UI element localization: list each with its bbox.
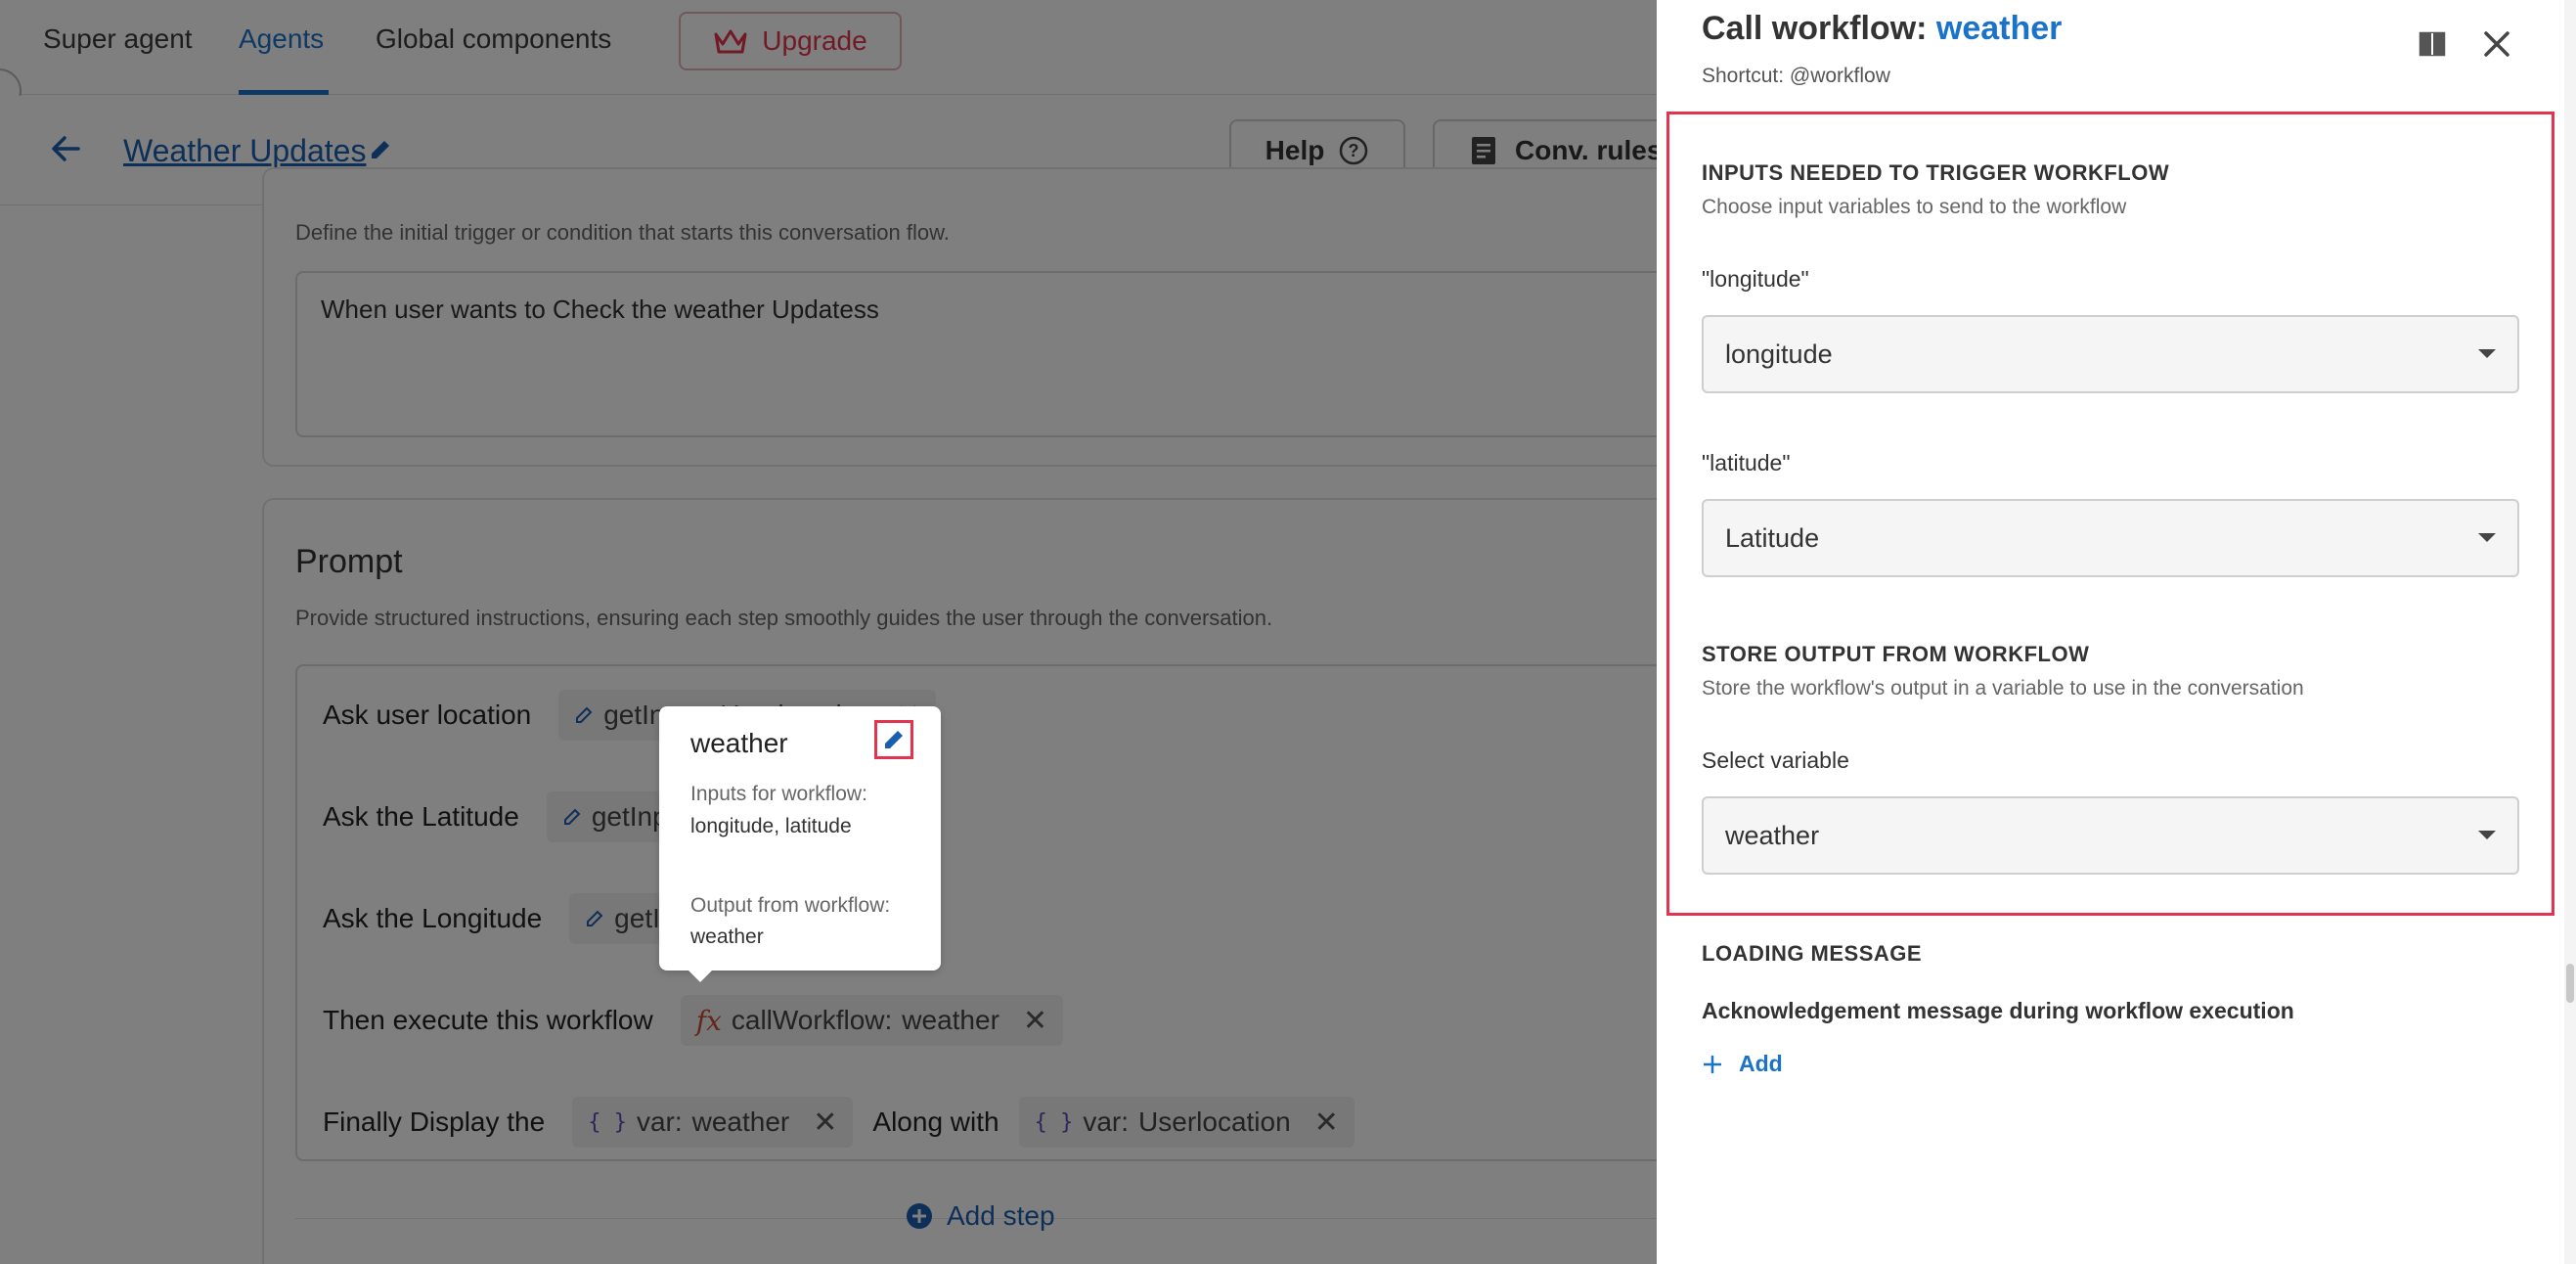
trigger-card: Define the initial trigger or condition … xyxy=(262,167,1657,467)
panel-title-prefix: Call workflow: xyxy=(1702,10,1928,47)
panel-shortcut: Shortcut: @workflow xyxy=(1702,65,1890,87)
upgrade-button[interactable]: Upgrade xyxy=(679,12,902,70)
steps-editor[interactable]: Ask user location getInput: Userlocation… xyxy=(295,664,1657,1161)
pencil-icon xyxy=(885,731,903,748)
acknowledgement-label: Acknowledgement message during workflow … xyxy=(1702,998,2294,1023)
add-step-button[interactable]: Add step xyxy=(906,1200,1055,1232)
active-tab-indicator xyxy=(239,90,329,95)
caret-down-icon xyxy=(2478,349,2496,358)
longitude-field-label: "longitude" xyxy=(1702,266,1809,292)
prompt-card: Prompt Provide structured instructions, … xyxy=(262,498,1657,1264)
conv-rules-label: Conv. rules xyxy=(1515,135,1657,165)
tab-global-components[interactable]: Global components xyxy=(376,23,611,55)
back-arrow-icon[interactable] xyxy=(49,131,84,166)
chip-type: var: xyxy=(636,1106,683,1137)
panel-scrollbar[interactable] xyxy=(2564,0,2576,1264)
inputs-section-title: INPUTS NEEDED TO TRIGGER WORKFLOW xyxy=(1702,160,2170,185)
chip-type: getInp xyxy=(591,801,668,832)
close-icon[interactable]: ✕ xyxy=(813,1106,837,1140)
step-text: Finally Display the xyxy=(323,1106,546,1137)
plus-circle-icon xyxy=(907,1203,932,1229)
caret-down-icon xyxy=(2478,533,2496,542)
chip-value: weather xyxy=(691,1106,790,1137)
plus-icon xyxy=(1704,1055,1721,1073)
panel-scrollbar-thumb[interactable] xyxy=(2566,964,2574,1003)
add-message-button[interactable]: Add xyxy=(1702,1051,1783,1077)
prompt-title: Prompt xyxy=(295,543,403,580)
chip-value: Userlocation xyxy=(1138,1106,1291,1137)
dock-side-icon[interactable] xyxy=(2418,29,2447,59)
output-section-subtitle: Store the workflow's output in a variabl… xyxy=(1702,677,2304,700)
popover-output-value: weather xyxy=(690,925,764,948)
output-section-title: STORE OUTPUT FROM WORKFLOW xyxy=(1702,642,2090,666)
output-field-label: Select variable xyxy=(1702,747,1849,773)
popover-inputs-label: Inputs for workflow: xyxy=(690,783,867,805)
panel-title-workflow: weather xyxy=(1935,10,2063,47)
trigger-description: Define the initial trigger or condition … xyxy=(295,220,950,245)
step-text: Ask user location xyxy=(323,700,532,730)
document-icon xyxy=(1472,137,1495,164)
longitude-select[interactable]: longitude xyxy=(1702,315,2519,393)
latitude-select-value: Latitude xyxy=(1725,522,1820,553)
edit-workflow-button[interactable] xyxy=(874,720,913,759)
variable-chip[interactable]: { } var: weather ✕ xyxy=(572,1097,854,1148)
function-icon: fx xyxy=(695,1004,722,1037)
popover-inputs-value: longitude, latitude xyxy=(690,815,852,837)
help-label: Help xyxy=(1265,135,1325,165)
add-message-label: Add xyxy=(1739,1051,1783,1076)
svg-text:?: ? xyxy=(1349,141,1359,160)
popover-output-label: Output from workflow: xyxy=(690,894,891,917)
step-text: Then execute this workflow xyxy=(323,1005,653,1035)
chip-type: var: xyxy=(1083,1106,1130,1137)
top-navigation: Super agent Agents Global components Upg… xyxy=(0,0,1657,113)
step-row: Finally Display the { } var: weather ✕ A… xyxy=(297,1097,1355,1148)
step-row: Then execute this workflow fx callWorkfl… xyxy=(297,995,1064,1046)
close-icon[interactable]: ✕ xyxy=(1023,1004,1047,1038)
agent-title[interactable]: Weather Updates xyxy=(123,133,366,169)
call-workflow-panel: Call workflow: weather Shortcut: @workfl… xyxy=(1657,0,2576,1264)
call-workflow-chip[interactable]: fx callWorkflow: weather ✕ xyxy=(680,995,1064,1046)
step-text: Ask the Latitude xyxy=(323,801,519,832)
workflow-popover: weather Inputs for workflow: longitude, … xyxy=(659,706,941,982)
pencil-icon xyxy=(576,706,593,723)
pencil-icon[interactable] xyxy=(368,137,393,162)
step-text: Along with xyxy=(872,1106,999,1137)
crown-icon xyxy=(714,29,747,54)
chip-type: callWorkflow: xyxy=(731,1005,893,1035)
longitude-select-value: longitude xyxy=(1725,339,1833,369)
output-variable-value: weather xyxy=(1725,820,1820,850)
tab-super-agent[interactable]: Super agent xyxy=(43,23,193,55)
pencil-icon xyxy=(563,808,581,825)
pencil-icon xyxy=(587,910,603,926)
step-row: Ask the Latitude getInp xyxy=(297,791,684,842)
agent-editor: Super agent Agents Global components Upg… xyxy=(0,0,1657,1264)
chip-value: weather xyxy=(902,1005,999,1035)
add-step-label: Add step xyxy=(947,1200,1055,1231)
tab-agents[interactable]: Agents xyxy=(239,23,324,55)
close-icon[interactable] xyxy=(2480,27,2513,61)
prompt-description: Provide structured instructions, ensurin… xyxy=(295,606,1273,630)
step-text: Ask the Longitude xyxy=(323,903,543,933)
popover-title: weather xyxy=(690,728,788,758)
latitude-select[interactable]: Latitude xyxy=(1702,499,2519,577)
loading-section-title: LOADING MESSAGE xyxy=(1702,941,1923,966)
latitude-field-label: "latitude" xyxy=(1702,450,1791,475)
close-icon[interactable]: ✕ xyxy=(1314,1106,1339,1140)
trigger-input[interactable]: When user wants to Check the weather Upd… xyxy=(295,271,1657,437)
panel-title: Call workflow: weather xyxy=(1702,10,2062,48)
upgrade-label: Upgrade xyxy=(762,25,867,56)
step-row: Ask the Longitude getIn xyxy=(297,893,691,944)
question-circle-icon: ? xyxy=(1340,136,1368,165)
variable-chip[interactable]: { } var: Userlocation ✕ xyxy=(1018,1097,1355,1148)
braces-icon: { } xyxy=(588,1109,627,1135)
inputs-section-subtitle: Choose input variables to send to the wo… xyxy=(1702,196,2127,218)
caret-down-icon xyxy=(2478,831,2496,839)
output-variable-select[interactable]: weather xyxy=(1702,796,2519,875)
braces-icon: { } xyxy=(1034,1109,1074,1135)
